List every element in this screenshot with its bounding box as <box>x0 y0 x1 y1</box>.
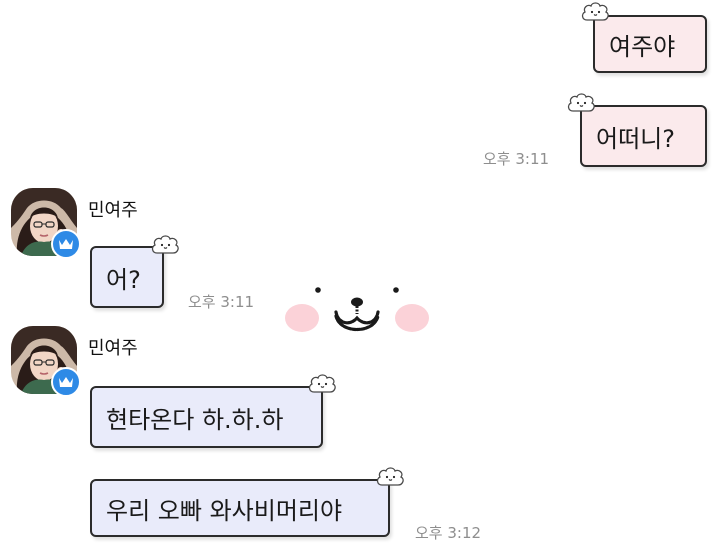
cloud-face-icon <box>581 2 609 21</box>
message-text: 어떠니? <box>596 124 675 153</box>
bear-face-sticker <box>285 287 429 332</box>
cloud-face-icon <box>151 235 179 254</box>
sender-name: 민여주 <box>88 338 138 359</box>
cloud-face-icon <box>308 374 336 393</box>
my-message-bubble[interactable]: 어떠니? <box>580 105 707 167</box>
message-timestamp: 오후 3:11 <box>483 150 550 168</box>
sender-name: 민여주 <box>88 200 138 221</box>
cloud-face-icon <box>567 93 595 112</box>
message-text: 여주야 <box>609 32 676 61</box>
their-message-bubble[interactable]: 현타온다 하.하.하 <box>90 386 323 448</box>
my-message-bubble[interactable]: 여주야 <box>593 15 707 73</box>
cloud-face-icon <box>376 467 404 486</box>
message-text: 어? <box>106 265 141 294</box>
crown-icon <box>51 367 81 397</box>
their-message-bubble[interactable]: 우리 오빠 와사비머리야 <box>90 479 390 537</box>
message-text: 우리 오빠 와사비머리야 <box>106 496 343 525</box>
message-timestamp: 오후 3:11 <box>188 293 255 311</box>
crown-icon <box>51 229 81 259</box>
message-text: 현타온다 하.하.하 <box>106 405 284 434</box>
